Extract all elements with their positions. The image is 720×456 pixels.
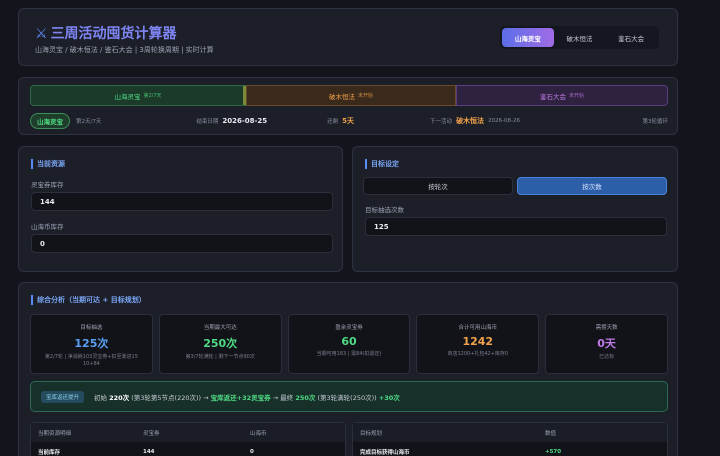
goal-count-label: 目标抽选次数	[365, 206, 404, 214]
banner-return: 宝库返还+32灵宝券	[210, 393, 271, 402]
table-header-cell: 当期资源明细	[38, 430, 72, 437]
timeline-segment-pomu: 破木恒法 未开始	[246, 85, 456, 106]
stat-label: 需攒天数	[595, 325, 618, 331]
coin-label: 山海币库存	[31, 223, 64, 231]
stat-cards: 目标抽选 125次 第2/7轮 | 净消耗103灵宝券+扣至渐进15 10+84…	[30, 314, 668, 374]
goal-count-input[interactable]: 125	[365, 217, 667, 236]
stat-card-surplus: 盈余灵宝券 60 当期可用183 | 需84(扣退还)	[287, 314, 411, 374]
table-cell: +570	[545, 448, 562, 455]
table-cell: 144	[143, 448, 155, 455]
banner-gain: +30次	[378, 393, 400, 402]
table-header: 目标规划 数值	[353, 423, 667, 442]
resource-detail-table: 当期资源明细 灵宝券 山海币 当前库存 144 0	[30, 422, 346, 456]
toggle-by-round[interactable]: 按轮次	[363, 177, 513, 195]
header-panel: ⚔ 三周活动囤货计算器 山海灵宝 / 破木恒法 / 鉴石大会 | 3周轮换周期 |…	[18, 8, 678, 66]
banner-text: (第3轮第5节点(220次)) →	[131, 393, 209, 402]
banner-initial: 220次	[109, 393, 130, 402]
remain-label: 还剩	[327, 119, 339, 125]
toggle-by-count[interactable]: 按次数	[517, 177, 667, 195]
stat-label: 目标抽选	[80, 325, 103, 331]
coin-input[interactable]: 0	[31, 234, 333, 253]
timeline-bar: 山海灵宝 第2/7天 破木恒法 未开始 鉴石大会 未开始	[30, 85, 668, 106]
voucher-input[interactable]: 144	[31, 192, 333, 211]
current-event-pill: 山海灵宝	[30, 113, 70, 129]
resources-title: 当前资源	[31, 159, 65, 169]
remain-value: 5天	[342, 117, 355, 125]
stat-value: 1242	[462, 335, 494, 348]
timeline-segment-jianshi: 鉴石大会 未开始	[456, 85, 668, 106]
stat-card-days: 需攒天数 0天 已达标	[545, 314, 668, 374]
analysis-panel: 综合分析（当期可达 + 目标规划） 目标抽选 125次 第2/7轮 | 净消耗1…	[18, 282, 678, 456]
table-cell: 完成目标获得山海币	[360, 449, 410, 456]
voucher-label: 灵宝券库存	[31, 181, 64, 189]
next-event-label: 下一活动	[430, 119, 453, 125]
table-row: 当前库存 144 0	[31, 442, 345, 456]
goal-title: 目标设定	[365, 159, 399, 169]
stat-card-max: 当期最大可达 250次 第3/7轮满轮 | 剩下一节点90次	[158, 314, 282, 374]
next-event-date: 2026-08-26	[488, 118, 521, 124]
stat-sub: 第2/7轮 | 净消耗103灵宝券+扣至渐进15 10+84	[44, 354, 138, 367]
table-cell: 0	[250, 448, 254, 455]
banner-text: (第3轮满轮(250次))	[317, 393, 377, 402]
goal-plan-table: 目标规划 数值 完成目标获得山海币 +570	[352, 422, 668, 456]
table-header-cell: 山海币	[250, 430, 267, 437]
banner-text: → 最终	[272, 393, 294, 402]
stat-card-target: 目标抽选 125次 第2/7轮 | 净消耗103灵宝券+扣至渐进15 10+84	[30, 314, 153, 374]
stat-card-coins: 合计可用山海币 1242 商店1200+礼包42+库存0	[416, 314, 540, 374]
page-subtitle: 山海灵宝 / 破木恒法 / 鉴石大会 | 3周轮换周期 | 实时计算	[35, 46, 214, 54]
timeline-info: 山海灵宝 第2天/7天 结束日期 2026-08-25 还剩 5天 下一活动 破…	[30, 113, 668, 129]
event-tab-switcher: 山海灵宝 破木恒法 鉴石大会	[500, 26, 659, 49]
table-header-cell: 灵宝券	[143, 430, 160, 437]
table-header: 当期资源明细 灵宝券 山海币	[31, 423, 345, 442]
stat-value: 0天	[597, 337, 616, 350]
stat-label: 盈余灵宝券	[335, 325, 363, 331]
stat-value: 250次	[203, 337, 238, 350]
day-text: 第2天/7天	[76, 119, 102, 125]
table-cell: 当前库存	[38, 449, 61, 456]
analysis-title: 综合分析（当期可达 + 目标规划）	[31, 295, 146, 305]
stat-value: 60	[341, 335, 357, 348]
table-header-cell: 目标规划	[360, 430, 383, 437]
stat-label: 当期最大可达	[203, 325, 237, 331]
next-event-name: 破木恒法	[456, 117, 485, 125]
stat-sub: 当期可用183 | 需84(扣退还)	[316, 351, 382, 357]
page-title: ⚔ 三周活动囤货计算器	[35, 26, 177, 42]
tab-pomu[interactable]: 破木恒法	[554, 28, 606, 47]
swords-icon: ⚔	[35, 26, 48, 42]
table-header-cell: 数值	[545, 430, 557, 437]
banner-text: 初始	[94, 393, 108, 402]
stat-sub: 商店1200+礼包42+库存0	[447, 351, 509, 357]
stat-sub: 已达标	[599, 354, 615, 360]
stat-sub: 第3/7轮满轮 | 剩下一节点90次	[185, 354, 255, 360]
goal-panel: 目标设定 按轮次 按次数 目标抽选次数 125	[352, 146, 678, 272]
banner-tag: 宝库返还提升	[41, 390, 85, 403]
stat-value: 125次	[74, 337, 109, 350]
end-date-label: 结束日期	[196, 119, 219, 125]
end-date: 2026-08-25	[222, 117, 268, 125]
stat-label: 合计可用山海币	[458, 325, 498, 331]
tab-shanhai[interactable]: 山海灵宝	[502, 28, 554, 47]
table-row: 完成目标获得山海币 +570	[353, 442, 667, 456]
cycle-text: 第3轮循环	[642, 119, 669, 125]
current-day-marker	[243, 86, 246, 105]
timeline-panel: 山海灵宝 第2/7天 破木恒法 未开始 鉴石大会 未开始 山海灵宝 第2天/7天 结束…	[18, 77, 678, 135]
resources-panel: 当前资源 灵宝券库存 144 山海币库存 0	[18, 146, 343, 272]
return-boost-banner: 宝库返还提升 初始 220次 (第3轮第5节点(220次)) → 宝库返还+32…	[30, 381, 668, 412]
timeline-segment-shanhai: 山海灵宝 第2/7天	[30, 85, 246, 106]
tab-jianshi[interactable]: 鉴石大会	[605, 28, 657, 47]
banner-final: 250次	[295, 393, 316, 402]
